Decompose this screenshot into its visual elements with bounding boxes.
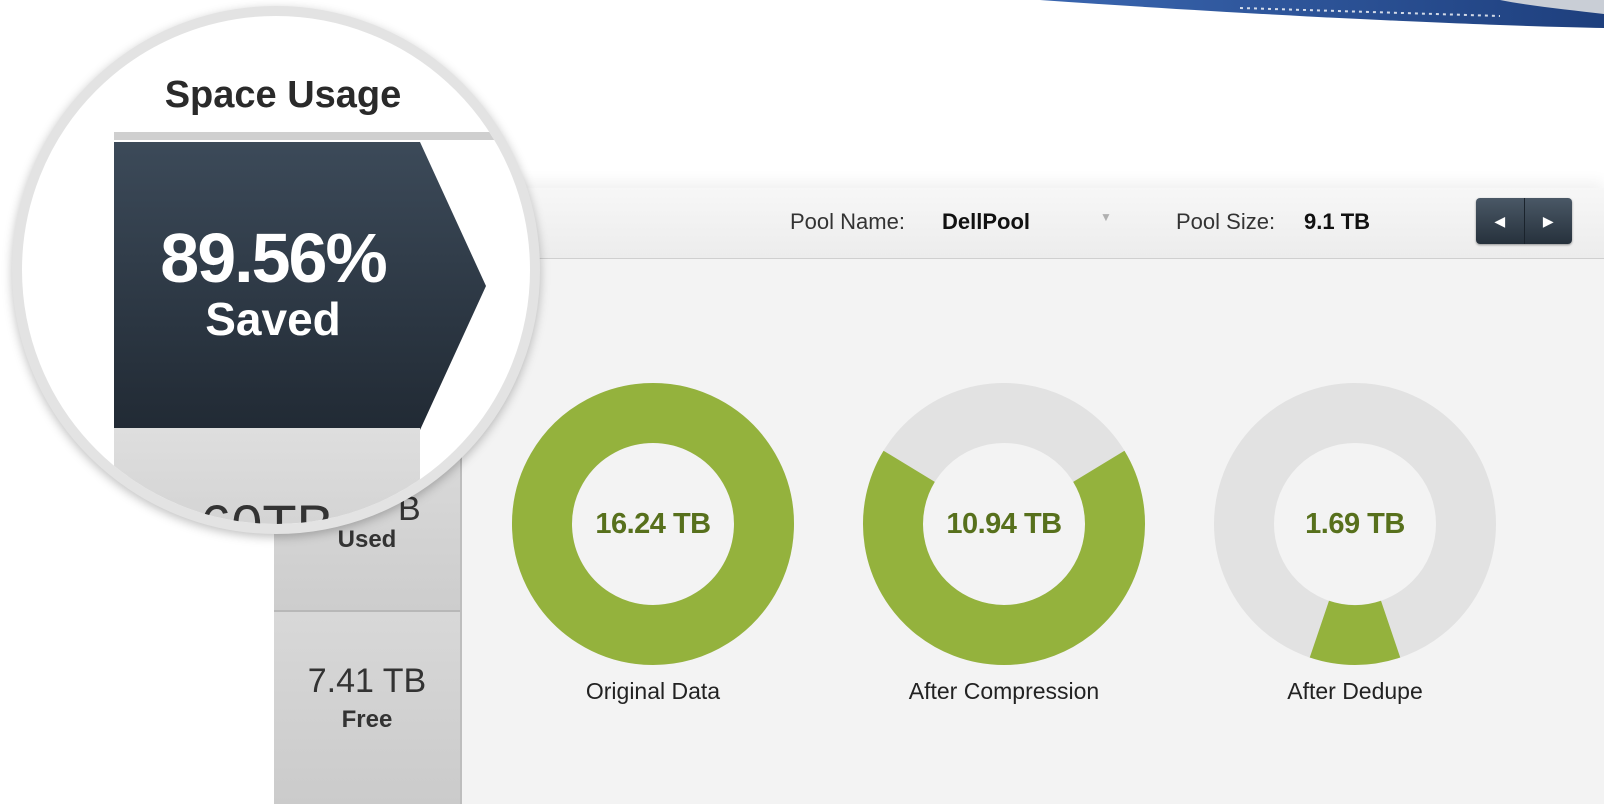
free-label: Free	[341, 706, 393, 733]
magnifier-callout: Space Usage 89.56% Saved 60TB	[12, 6, 540, 534]
donut-original-data: 16.24 TB	[511, 382, 795, 666]
donut-value: 16.24 TB	[595, 507, 711, 540]
donut-caption: After Dedupe	[1287, 678, 1423, 704]
saved-percent: 89.56%	[160, 219, 387, 297]
chevron-left-icon: ◀	[1494, 212, 1506, 229]
free-value: 7.41 TB	[307, 662, 427, 700]
donut-caption: Original Data	[585, 678, 721, 704]
donut-after-compression: 10.94 TB	[862, 382, 1146, 666]
divider	[114, 132, 530, 140]
panel-header: Pool Name: DellPool ▼ Pool Size: 9.1 TB …	[460, 188, 1604, 259]
free-stat: 7.41 TB Free	[274, 612, 460, 804]
saved-label: Saved	[205, 293, 341, 345]
previous-button[interactable]: ◀	[1476, 198, 1524, 244]
pool-size-value: 9.1 TB	[1304, 209, 1371, 234]
donut-caption: After Compression	[908, 678, 1100, 704]
pool-size-label: Pool Size:	[1176, 209, 1276, 234]
dropdown-arrow-icon[interactable]: ▼	[1100, 210, 1112, 224]
next-button[interactable]: ▶	[1523, 198, 1573, 244]
pool-name-select[interactable]: DellPool	[942, 209, 1030, 235]
pager-button-group: ◀ ▶	[1476, 198, 1572, 244]
chevron-right-icon: ▶	[1542, 212, 1554, 229]
donut-value: 1.69 TB	[1305, 507, 1405, 540]
donut-after-dedupe: 1.69 TB	[1213, 382, 1497, 666]
space-usage-title: Space Usage	[164, 74, 402, 116]
pool-name-label: Pool Name:	[790, 209, 905, 234]
donut-value: 10.94 TB	[946, 507, 1062, 540]
